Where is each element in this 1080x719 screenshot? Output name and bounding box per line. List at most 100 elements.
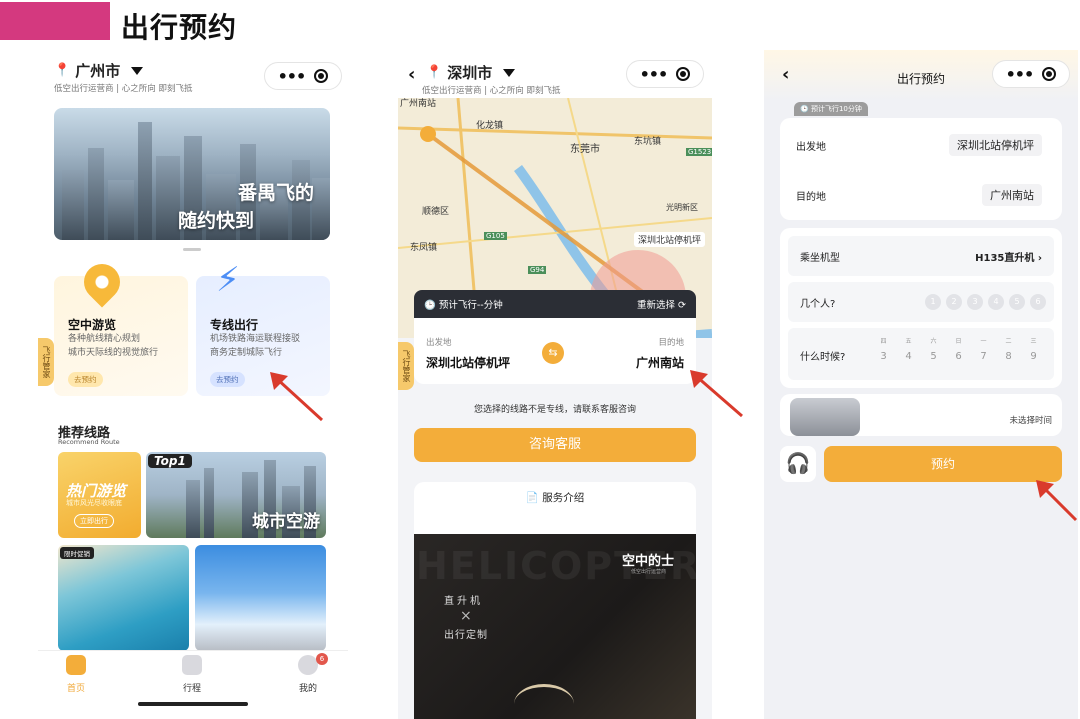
miniprogram-capsule[interactable]: ••• <box>992 60 1070 88</box>
tagline: 低空出行运营商 | 心之所向 即刻飞抵 <box>422 86 561 96</box>
card-desc: 各种航线精心规划 城市天际线的视觉旅行 <box>68 332 158 360</box>
day-number: 8 <box>1005 351 1012 362</box>
city-selector[interactable]: 📍 广州市 <box>54 60 144 81</box>
sky-tour-tile[interactable] <box>195 545 326 651</box>
passenger-option[interactable]: 4 <box>988 294 1004 310</box>
eta-text: 🕒 预计飞行--分钟 <box>424 300 503 311</box>
passenger-option[interactable]: 1 <box>925 294 941 310</box>
date-option[interactable]: 五4 <box>902 336 915 362</box>
flight-time-text: 预计飞行10分钟 <box>810 105 862 113</box>
location-pin-icon: 📍 <box>54 63 71 78</box>
city-name: 深圳市 <box>447 64 493 82</box>
carousel-indicator <box>183 248 201 251</box>
date-option[interactable]: 日6 <box>952 336 965 362</box>
more-icon[interactable]: ••• <box>640 65 669 84</box>
date-option[interactable]: 一7 <box>977 336 990 362</box>
hero-banner[interactable]: 番禺飞的 随约快到 <box>54 108 330 240</box>
from-value[interactable]: 深圳北站停机坪 <box>426 354 510 371</box>
to-value[interactable]: 广州南站 <box>636 354 684 371</box>
weekday: 二 <box>1005 338 1012 345</box>
day-number: 4 <box>905 351 912 362</box>
passenger-option[interactable]: 5 <box>1009 294 1025 310</box>
date-option[interactable]: 二8 <box>1002 336 1015 362</box>
weekday: 一 <box>980 338 987 345</box>
brand-logo: 空中的士 <box>621 554 674 569</box>
book-button[interactable]: 去预约 <box>68 372 103 387</box>
card-title: 专线出行 <box>210 318 259 332</box>
hot-tour-tile[interactable]: 热门游览 城市风光尽收眼底 立即出行 <box>58 452 141 538</box>
city-selector[interactable]: 📍 深圳市 <box>426 62 516 83</box>
sea-tour-tile[interactable]: 限时促销 <box>58 545 189 651</box>
miniprogram-capsule[interactable]: ••• <box>264 62 342 90</box>
weekday: 六 <box>930 338 937 345</box>
from-value[interactable]: 深圳北站停机坪 <box>949 134 1042 156</box>
map-label: 东坑镇 <box>634 137 662 147</box>
route-card: 出发地 深圳北站停机坪 ⇆ 目的地 广州南站 <box>414 318 696 384</box>
card-desc: 机场铁路海运联程接驳 商务定制城际飞行 <box>210 332 300 360</box>
weekday: 三 <box>1030 338 1037 345</box>
date-picker: 四3 五4 六5 日6 一7 二8 三9 <box>877 336 1040 362</box>
date-row: 什么时候? 四3 五4 六5 日6 一7 二8 三9 <box>788 328 1054 380</box>
map-pin-icon <box>76 256 128 308</box>
date-option[interactable]: 四3 <box>877 336 890 362</box>
map-label: 广州南站 <box>400 99 437 109</box>
date-label: 什么时候? <box>800 352 846 363</box>
card-title: 空中游览 <box>68 318 117 332</box>
close-target-icon[interactable] <box>676 67 691 81</box>
annotation-arrow <box>1036 480 1078 522</box>
book-button[interactable]: 去预约 <box>210 372 245 387</box>
annotation-arrow <box>690 370 743 418</box>
day-number: 3 <box>880 351 887 362</box>
passenger-option[interactable]: 3 <box>967 294 983 310</box>
chevron-right-icon: › <box>1037 253 1042 264</box>
miniprogram-capsule[interactable]: ••• <box>626 60 704 88</box>
more-icon[interactable]: ••• <box>278 67 307 86</box>
title-accent-bar <box>0 2 110 40</box>
no-time-selected: 未选择时间 <box>1009 416 1052 426</box>
passenger-option[interactable]: 6 <box>1030 294 1046 310</box>
weekday: 五 <box>905 338 912 345</box>
sightseeing-card[interactable]: 空中游览 各种航线精心规划 城市天际线的视觉旅行 去预约 <box>54 256 188 396</box>
more-icon[interactable]: ••• <box>1006 65 1035 84</box>
aircraft-row[interactable]: 乘坐机型 H135直升机 › <box>788 236 1054 276</box>
day-number: 5 <box>930 351 937 362</box>
flight-butler-tab[interactable]: 飞行管家 <box>398 342 414 390</box>
book-button[interactable]: 预约 <box>824 446 1062 482</box>
from-label: 出发地 <box>796 142 826 153</box>
reselect-label: 重新选择 <box>636 300 675 311</box>
go-now-button[interactable]: 立即出行 <box>74 514 114 528</box>
flight-butler-tab[interactable]: 飞行管家 <box>38 338 54 386</box>
consult-service-button[interactable]: 咨询客服 <box>414 428 696 462</box>
tab-bar: 首页 行程 6 我的 <box>38 650 348 710</box>
road-code: G105 <box>484 232 507 240</box>
date-option[interactable]: 三9 <box>1027 336 1040 362</box>
lightning-icon: ⚡ <box>216 260 240 300</box>
close-target-icon[interactable] <box>1042 67 1057 81</box>
back-arrow-icon[interactable]: ‹ <box>408 64 415 85</box>
page-title: 出行预约 <box>121 11 238 44</box>
map-label: 东莞市 <box>570 144 600 155</box>
map-label: 光明新区 <box>666 203 698 212</box>
cabin-seats-image <box>790 398 860 436</box>
city-tour-tile[interactable]: Top1 城市空游 <box>146 452 326 538</box>
swap-route-icon[interactable]: ⇆ <box>542 342 564 364</box>
card-desc-line: 城市天际线的视觉旅行 <box>68 348 159 358</box>
date-option[interactable]: 六5 <box>927 336 940 362</box>
tab-home[interactable]: 首页 <box>46 655 106 694</box>
profile-icon <box>298 655 318 675</box>
service-title: 📄 服务介绍 <box>525 492 585 504</box>
close-target-icon[interactable] <box>314 69 329 83</box>
time-slot-card[interactable]: 未选择时间 <box>780 394 1062 436</box>
passenger-label: 几个人? <box>800 299 836 310</box>
eta-value: 预计飞行--分钟 <box>438 300 503 311</box>
tab-trips[interactable]: 行程 <box>162 655 222 694</box>
service-image[interactable]: HELICOPTER 空中的士 低空出行运营商 直升机 × 出行定制 <box>414 534 696 719</box>
reselect-button[interactable]: 重新选择 ⟳ <box>637 297 686 311</box>
headset-icon[interactable]: 🎧 <box>780 446 816 482</box>
tab-mine[interactable]: 6 我的 <box>278 653 338 694</box>
weekday: 四 <box>880 338 887 345</box>
road-code: G94 <box>528 266 547 274</box>
to-value[interactable]: 广州南站 <box>982 184 1042 206</box>
notification-badge: 6 <box>316 653 328 665</box>
passenger-option[interactable]: 2 <box>946 294 962 310</box>
